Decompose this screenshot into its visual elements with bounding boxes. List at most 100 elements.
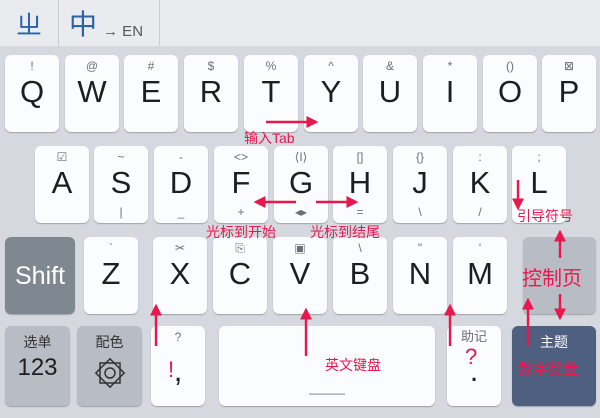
key-h[interactable]: [] H =: [333, 146, 387, 223]
key-w[interactable]: @ W: [65, 55, 119, 132]
key-label: P: [558, 74, 580, 109]
divider: [159, 0, 160, 46]
numeric-label: 123: [17, 354, 58, 381]
key-label: O: [497, 74, 523, 109]
color-theme-key[interactable]: 配色: [77, 326, 142, 406]
language-switch-button[interactable]: 中 → EN: [59, 0, 159, 46]
annotation-guide-symbols: 引导符号: [517, 208, 573, 224]
key-label: G: [288, 165, 314, 200]
key-y[interactable]: ^ Y: [304, 55, 358, 132]
key-d[interactable]: - D _: [154, 146, 208, 223]
candidate-bar: ㄓ 中 → EN: [0, 0, 600, 46]
key-label: U: [378, 74, 402, 109]
key-alt-symbol: ^: [328, 59, 334, 73]
annotation-cursor-start: 光标到开始: [206, 224, 276, 240]
key-label: S: [110, 165, 132, 200]
key-a[interactable]: ☑ A: [35, 146, 89, 223]
palette-icon: [94, 357, 126, 389]
key-c[interactable]: ⎘ C: [213, 237, 267, 314]
key-label: L: [530, 165, 548, 200]
key-label: R: [199, 74, 223, 109]
key-alt-symbol: (): [506, 59, 514, 73]
key-label: Y: [320, 74, 342, 109]
key-k[interactable]: : K /: [453, 146, 507, 223]
key-g[interactable]: ⟨I⟩ G ◂▸: [274, 146, 328, 223]
color-label: 配色: [95, 334, 124, 350]
key-alt-symbol: ☑: [56, 150, 68, 164]
key-r[interactable]: $ R: [184, 55, 238, 132]
key-b[interactable]: \ B: [333, 237, 387, 314]
key-alt-symbol: %: [265, 59, 277, 73]
shift-key[interactable]: Shift: [5, 237, 75, 314]
key-e[interactable]: # E: [124, 55, 178, 132]
key-label: M: [467, 256, 493, 291]
key-label: B: [349, 256, 371, 291]
key-alt-symbol: `: [109, 241, 113, 255]
key-q[interactable]: ! Q: [5, 55, 59, 132]
paste-icon: ▣: [294, 241, 306, 255]
annotation-exclamation: !: [168, 357, 175, 382]
key-bottom-symbol: |: [119, 205, 123, 219]
key-alt-symbol: &: [385, 59, 394, 73]
chinese-mode-glyph: 中: [69, 9, 98, 40]
key-alt-symbol: ?: [174, 330, 182, 344]
annotation-question: ?: [465, 344, 478, 369]
key-bottom-symbol: +: [237, 205, 245, 219]
annotation-cursor-end: 光标到结尾: [310, 224, 380, 240]
key-alt-symbol: *: [447, 59, 453, 73]
space-indicator: ———: [309, 386, 345, 400]
key-label: D: [169, 165, 193, 200]
key-alt-symbol: @: [85, 59, 99, 73]
bopomofo-toggle-button[interactable]: ㄓ: [0, 0, 58, 46]
copy-icon: ⎘: [235, 241, 245, 255]
key-bottom-symbol: /: [478, 205, 482, 219]
numeric-menu-key[interactable]: 选单 123: [5, 326, 70, 406]
key-label: E: [140, 74, 162, 109]
key-j[interactable]: {} J \: [393, 146, 447, 223]
key-label: N: [408, 256, 432, 291]
key-x[interactable]: ✂ X: [153, 237, 207, 314]
key-v[interactable]: ▣ V: [273, 237, 327, 314]
key-m[interactable]: ' M: [453, 237, 507, 314]
key-n[interactable]: " N: [393, 237, 447, 314]
key-alt-symbol: []: [356, 150, 364, 164]
key-alt-symbol: ~: [117, 150, 125, 164]
key-label: Z: [101, 256, 121, 291]
key-label: H: [348, 165, 372, 200]
shift-label: Shift: [14, 262, 66, 290]
key-alt-symbol: \: [358, 241, 362, 255]
key-label: C: [228, 256, 252, 291]
annotation-numeric-keyboard: 数字键盘: [518, 361, 579, 378]
scissors-icon: ✂: [174, 241, 186, 255]
key-label: J: [412, 165, 428, 200]
comma-key[interactable]: ? ,: [151, 326, 205, 406]
key-label: I: [445, 74, 455, 109]
key-p[interactable]: ⊠ P: [542, 55, 596, 132]
key-o[interactable]: () O: [483, 55, 537, 132]
key-bottom-symbol: \: [418, 205, 422, 219]
key-alt-symbol: ': [478, 241, 482, 255]
key-alt-symbol: $: [207, 59, 215, 73]
key-alt-symbol: <>: [233, 150, 248, 164]
key-s[interactable]: ~ S |: [94, 146, 148, 223]
key-label: ,: [173, 353, 183, 388]
key-z[interactable]: ` Z: [84, 237, 138, 314]
switch-to-english-label: → EN: [103, 22, 144, 40]
annotation-tab: 输入Tab: [244, 130, 295, 146]
key-label: V: [289, 256, 311, 291]
key-alt-symbol: :: [478, 150, 482, 164]
key-u[interactable]: & U: [363, 55, 417, 132]
key-bottom-symbol: _: [177, 205, 185, 219]
annotation-english-keyboard: 英文键盘: [325, 357, 381, 373]
key-alt-symbol: ": [417, 241, 423, 255]
key-bottom-symbol: =: [356, 205, 364, 219]
key-bottom-symbol: ◂▸: [294, 205, 308, 219]
key-label: W: [77, 74, 107, 109]
key-alt-symbol: {}: [415, 150, 424, 164]
key-f[interactable]: <> F +: [214, 146, 268, 223]
key-t[interactable]: % T: [244, 55, 298, 132]
key-i[interactable]: * I: [423, 55, 477, 132]
annotation-control-page: 控制页: [522, 268, 582, 290]
key-alt-symbol: ⊠: [563, 59, 575, 73]
key-label: K: [469, 165, 491, 200]
